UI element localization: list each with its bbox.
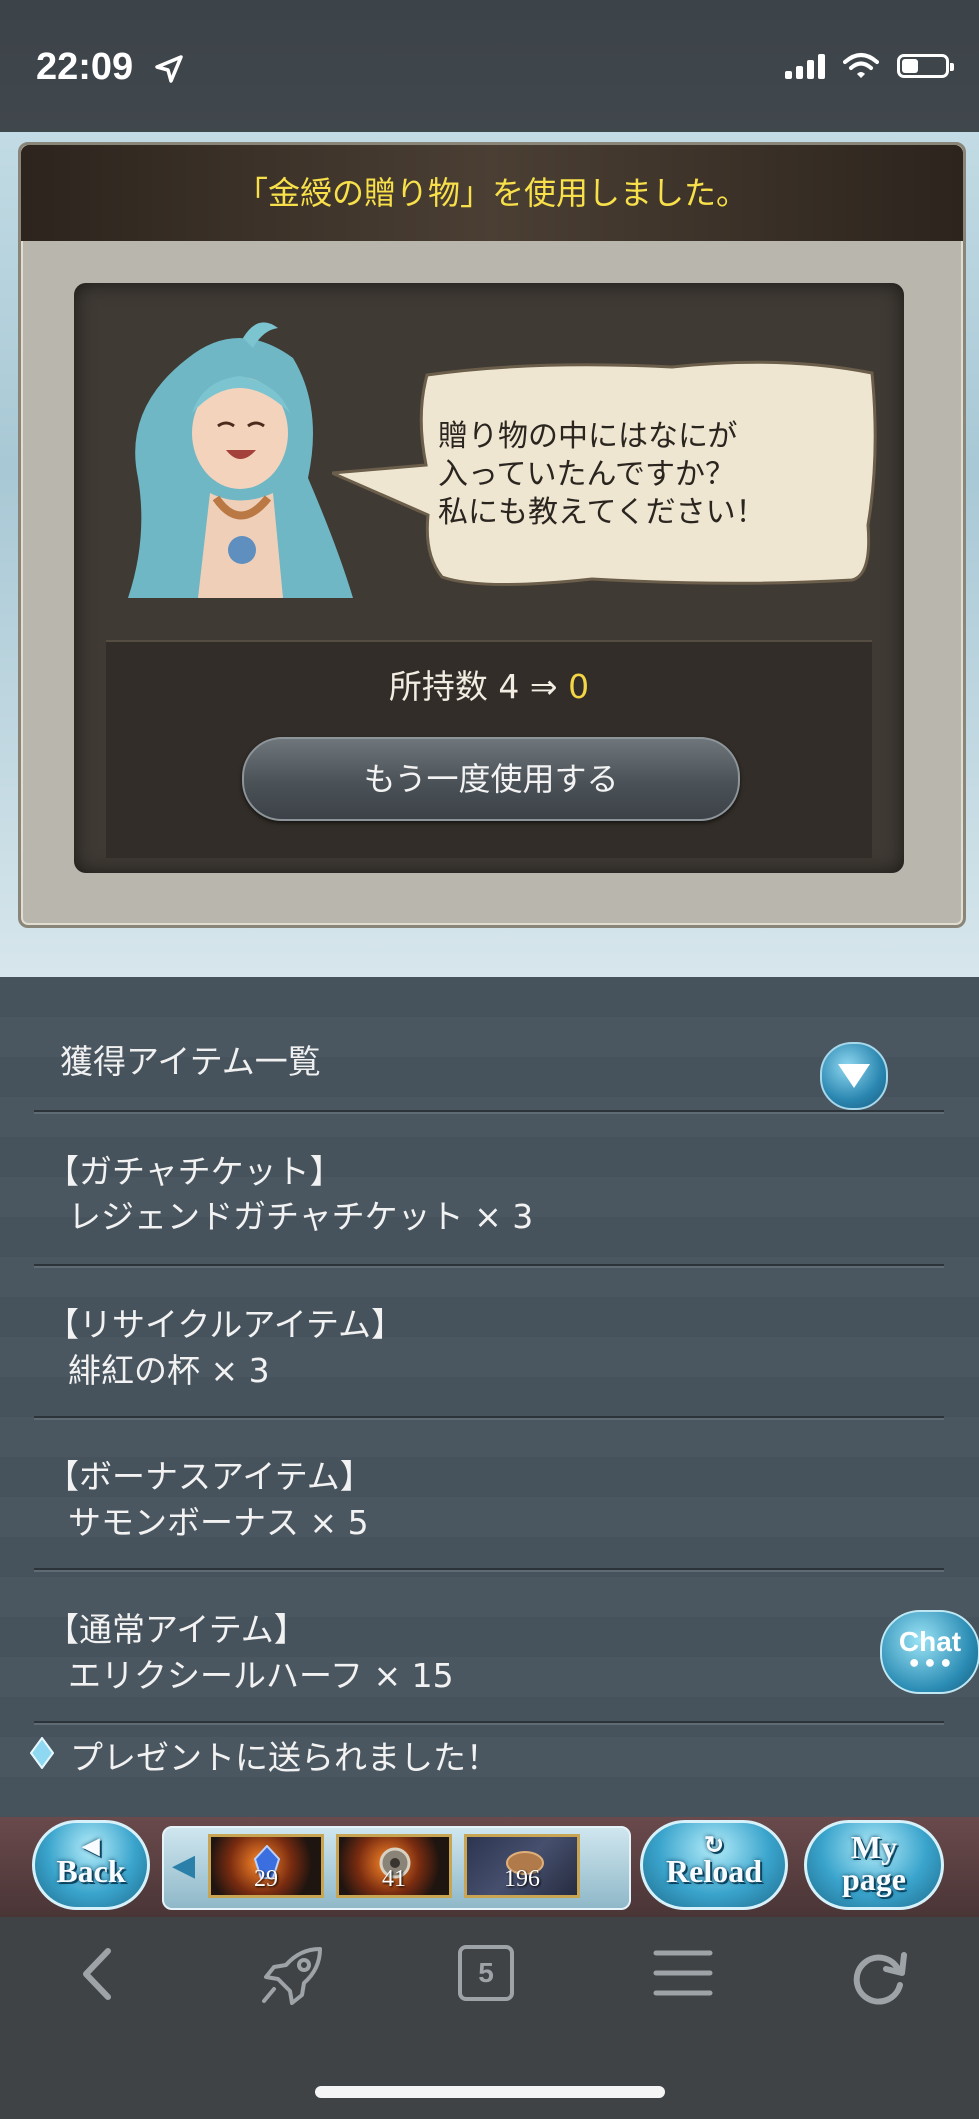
- rocket-icon[interactable]: [260, 1945, 326, 2007]
- expand-list-button[interactable]: [820, 1042, 888, 1110]
- mypage-label-line1: My: [850, 1829, 898, 1865]
- battery-icon: [897, 54, 954, 78]
- back-label: Back: [56, 1853, 126, 1889]
- item-list-header: 獲得アイテム一覧: [60, 1042, 321, 1081]
- use-again-button[interactable]: もう一度使用する: [242, 737, 740, 821]
- shortcut-item[interactable]: 196: [464, 1834, 580, 1898]
- reload-button[interactable]: ↻ Reload: [640, 1820, 788, 1910]
- category-label: 【ボーナスアイテム】: [46, 1457, 373, 1496]
- divider: [34, 1721, 944, 1723]
- divider: [34, 1416, 944, 1418]
- tray-left-arrow-icon[interactable]: ◀: [172, 1848, 195, 1883]
- speech-text: 贈り物の中にはなにが 入っていたんですか？ 私にも教えてください！: [438, 418, 858, 532]
- mypage-label-line2: page: [842, 1861, 906, 1897]
- wifi-icon: [843, 53, 879, 78]
- count-label: 所持数: [388, 667, 488, 706]
- chat-button[interactable]: Chat ● ● ●: [880, 1610, 979, 1694]
- refresh-icon[interactable]: [846, 1945, 910, 2007]
- speech-line-3: 私にも教えてください！: [438, 495, 766, 530]
- menu-icon[interactable]: [652, 1945, 714, 2001]
- obtained-item: 緋紅の杯 × 3: [68, 1351, 270, 1390]
- signal-icon: [785, 53, 825, 79]
- count-arrow: ⇒: [529, 667, 558, 706]
- category-label: 【通常アイテム】: [46, 1610, 307, 1649]
- count-before: 4: [498, 667, 520, 706]
- divider: [34, 1264, 944, 1266]
- shortcut-count: 29: [254, 1866, 278, 1892]
- back-chevron-icon[interactable]: [78, 1945, 118, 2003]
- dialog-title: 「金綬の贈り物」を使用しました。: [235, 174, 748, 212]
- shortcut-item[interactable]: 41: [336, 1834, 452, 1898]
- speech-line-1: 贈り物の中にはなにが: [438, 419, 738, 454]
- character-portrait: [128, 322, 353, 598]
- divider: [34, 1568, 944, 1570]
- shortcut-count: 196: [504, 1866, 540, 1892]
- count-after: 0: [568, 667, 590, 706]
- item-count-row: 所持数 4 ⇒ 0: [106, 660, 872, 708]
- category-label: 【ガチャチケット】: [46, 1152, 343, 1191]
- category-label: 【リサイクルアイテム】: [46, 1305, 405, 1344]
- home-indicator: [315, 2086, 665, 2098]
- obtained-item: サモンボーナス × 5: [68, 1503, 369, 1542]
- present-notice: プレゼントに送られました！: [70, 1738, 499, 1777]
- triangle-down-icon: [838, 1064, 870, 1088]
- gem-bullet-icon: [30, 1737, 54, 1769]
- obtained-item: エリクシールハーフ × 15: [68, 1656, 454, 1695]
- mypage-button[interactable]: My page: [804, 1820, 944, 1910]
- back-button[interactable]: ◀ Back: [32, 1820, 150, 1910]
- status-bar: 22:09: [0, 0, 979, 132]
- reload-label: Reload: [666, 1853, 762, 1889]
- status-time: 22:09: [36, 46, 134, 88]
- tabs-button[interactable]: 5: [458, 1945, 514, 2001]
- shortcut-count: 41: [382, 1866, 406, 1892]
- divider: [34, 1110, 944, 1112]
- status-icons: [785, 52, 954, 80]
- obtained-item: レジェンドガチャチケット × 3: [68, 1197, 534, 1236]
- shortcut-item[interactable]: 29: [208, 1834, 324, 1898]
- location-arrow-icon: [155, 55, 183, 83]
- chat-dots-icon: ● ● ●: [908, 1652, 952, 1672]
- speech-line-2: 入っていたんですか？: [438, 457, 735, 492]
